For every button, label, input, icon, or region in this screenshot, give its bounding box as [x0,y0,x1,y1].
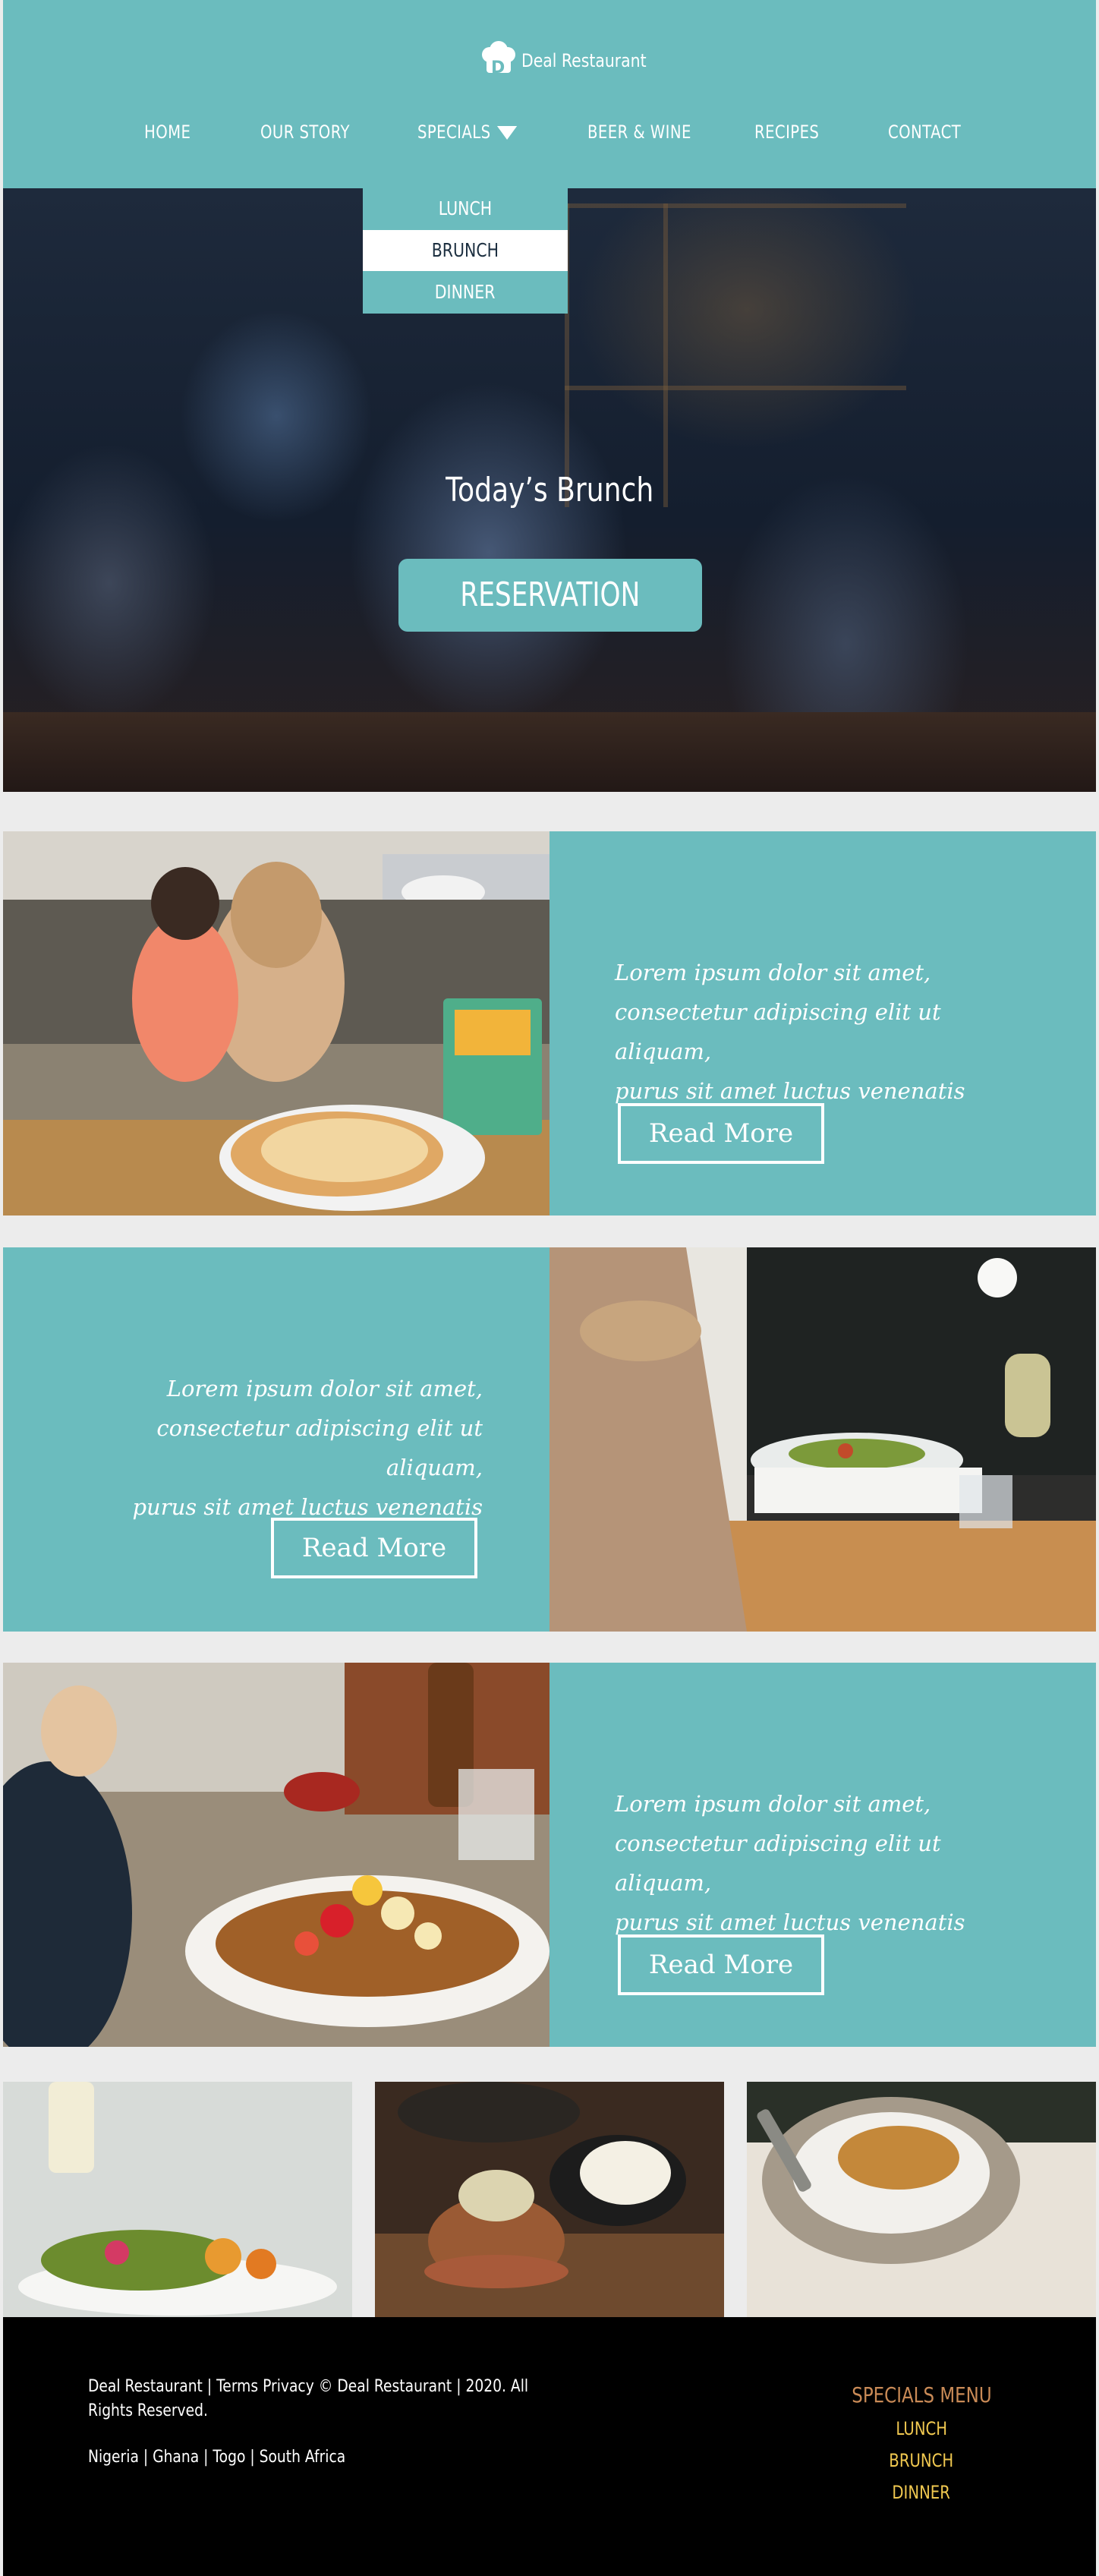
specials-dropdown: LUNCH BRUNCH DINNER [363,188,568,314]
shelf-board [565,203,906,208]
site-header: D Deal Restaurant HOME OUR STORY SPECIAL… [3,0,1096,188]
nav-home[interactable]: HOME [144,121,191,143]
photo-pancakes-fruit [3,1663,550,2047]
gallery-art [3,2082,352,2317]
reservation-button[interactable]: RESERVATION [398,559,702,632]
gallery-image-salad[interactable] [3,2082,352,2317]
feature-3-line-2: consectetur adipiscing elit ut aliquam, [615,1830,941,1896]
chef-hat-icon: D [482,41,515,77]
feature-row-3: Lorem ipsum dolor sit amet, consectetur … [3,1663,1096,2047]
photo-art [3,831,550,1215]
feature-2-line-1: Lorem ipsum dolor sit amet, [166,1376,483,1402]
dropdown-item-brunch[interactable]: BRUNCH [363,230,568,271]
specials-menu-brunch[interactable]: BRUNCH [823,2450,1020,2471]
specials-menu-dinner[interactable]: DINNER [823,2482,1020,2503]
photo-art [550,1247,1096,1632]
specials-menu-lunch[interactable]: LUNCH [823,2418,1020,2439]
footer-specials-menu: SPECIALS MENU LUNCH BRUNCH DINNER [823,2382,1020,2503]
hero-table [3,712,1096,792]
feature-1-line-1: Lorem ipsum dolor sit amet, [615,960,931,985]
gallery-art [375,2082,724,2317]
nav-home-label: HOME [144,121,191,143]
nav-contact[interactable]: CONTACT [888,121,961,143]
photo-salad-wine-table [550,1247,1096,1632]
hero-title: Today’s Brunch [445,471,654,509]
feature-2-line-2: consectetur adipiscing elit ut aliquam, [156,1415,483,1480]
feature-3-line-1: Lorem ipsum dolor sit amet, [615,1791,931,1817]
nav-our-story-label: OUR STORY [260,121,350,143]
nav-beer-wine[interactable]: BEER & WINE [587,121,691,143]
feature-1-line-2: consectetur adipiscing elit ut aliquam, [615,999,941,1064]
main-nav: HOME OUR STORY SPECIALS BEER & WINE RECI… [3,121,1096,155]
shelf-board [565,386,906,390]
gallery-image-burger[interactable] [375,2082,724,2317]
nav-recipes-label: RECIPES [754,121,820,143]
feature-2-text: Lorem ipsum dolor sit amet, consectetur … [58,1369,483,1527]
specials-menu-title: SPECIALS MENU [851,2382,992,2407]
read-more-button-2[interactable]: Read More [271,1518,477,1578]
nav-beer-wine-label: BEER & WINE [587,121,691,143]
svg-text:D: D [491,58,505,77]
nav-recipes[interactable]: RECIPES [754,121,819,143]
nav-specials-label: SPECIALS [417,121,491,143]
gallery-image-croissant[interactable] [747,2082,1096,2317]
site-footer: Deal Restaurant | Terms Privacy © Deal R… [3,2317,1096,2576]
nav-our-story[interactable]: OUR STORY [260,121,350,143]
gallery-art [747,2082,1096,2317]
footer-legal: Deal Restaurant | Terms Privacy © Deal R… [88,2377,529,2420]
photo-art [3,1663,550,2047]
dropdown-item-lunch[interactable]: LUNCH [363,188,568,229]
logo[interactable]: D Deal Restaurant [477,38,669,84]
feature-row-1: Lorem ipsum dolor sit amet, consectetur … [3,831,1096,1215]
footer-countries: Nigeria | Ghana | Togo | South Africa [88,2448,346,2467]
nav-contact-label: CONTACT [888,121,962,143]
feature-row-2: Lorem ipsum dolor sit amet, consectetur … [3,1247,1096,1632]
shelf-post [663,203,668,507]
feature-3-text: Lorem ipsum dolor sit amet, consectetur … [615,1784,1040,1942]
read-more-button-1[interactable]: Read More [618,1103,824,1164]
read-more-button-3[interactable]: Read More [618,1934,824,1995]
feature-1-text: Lorem ipsum dolor sit amet, consectetur … [615,953,1040,1111]
caret-down-icon [496,126,517,140]
dropdown-item-dinner[interactable]: DINNER [363,272,568,313]
nav-specials[interactable]: SPECIALS [417,121,517,143]
brand-name: Deal Restaurant [521,50,647,71]
photo-mother-child-pizza [3,831,550,1215]
